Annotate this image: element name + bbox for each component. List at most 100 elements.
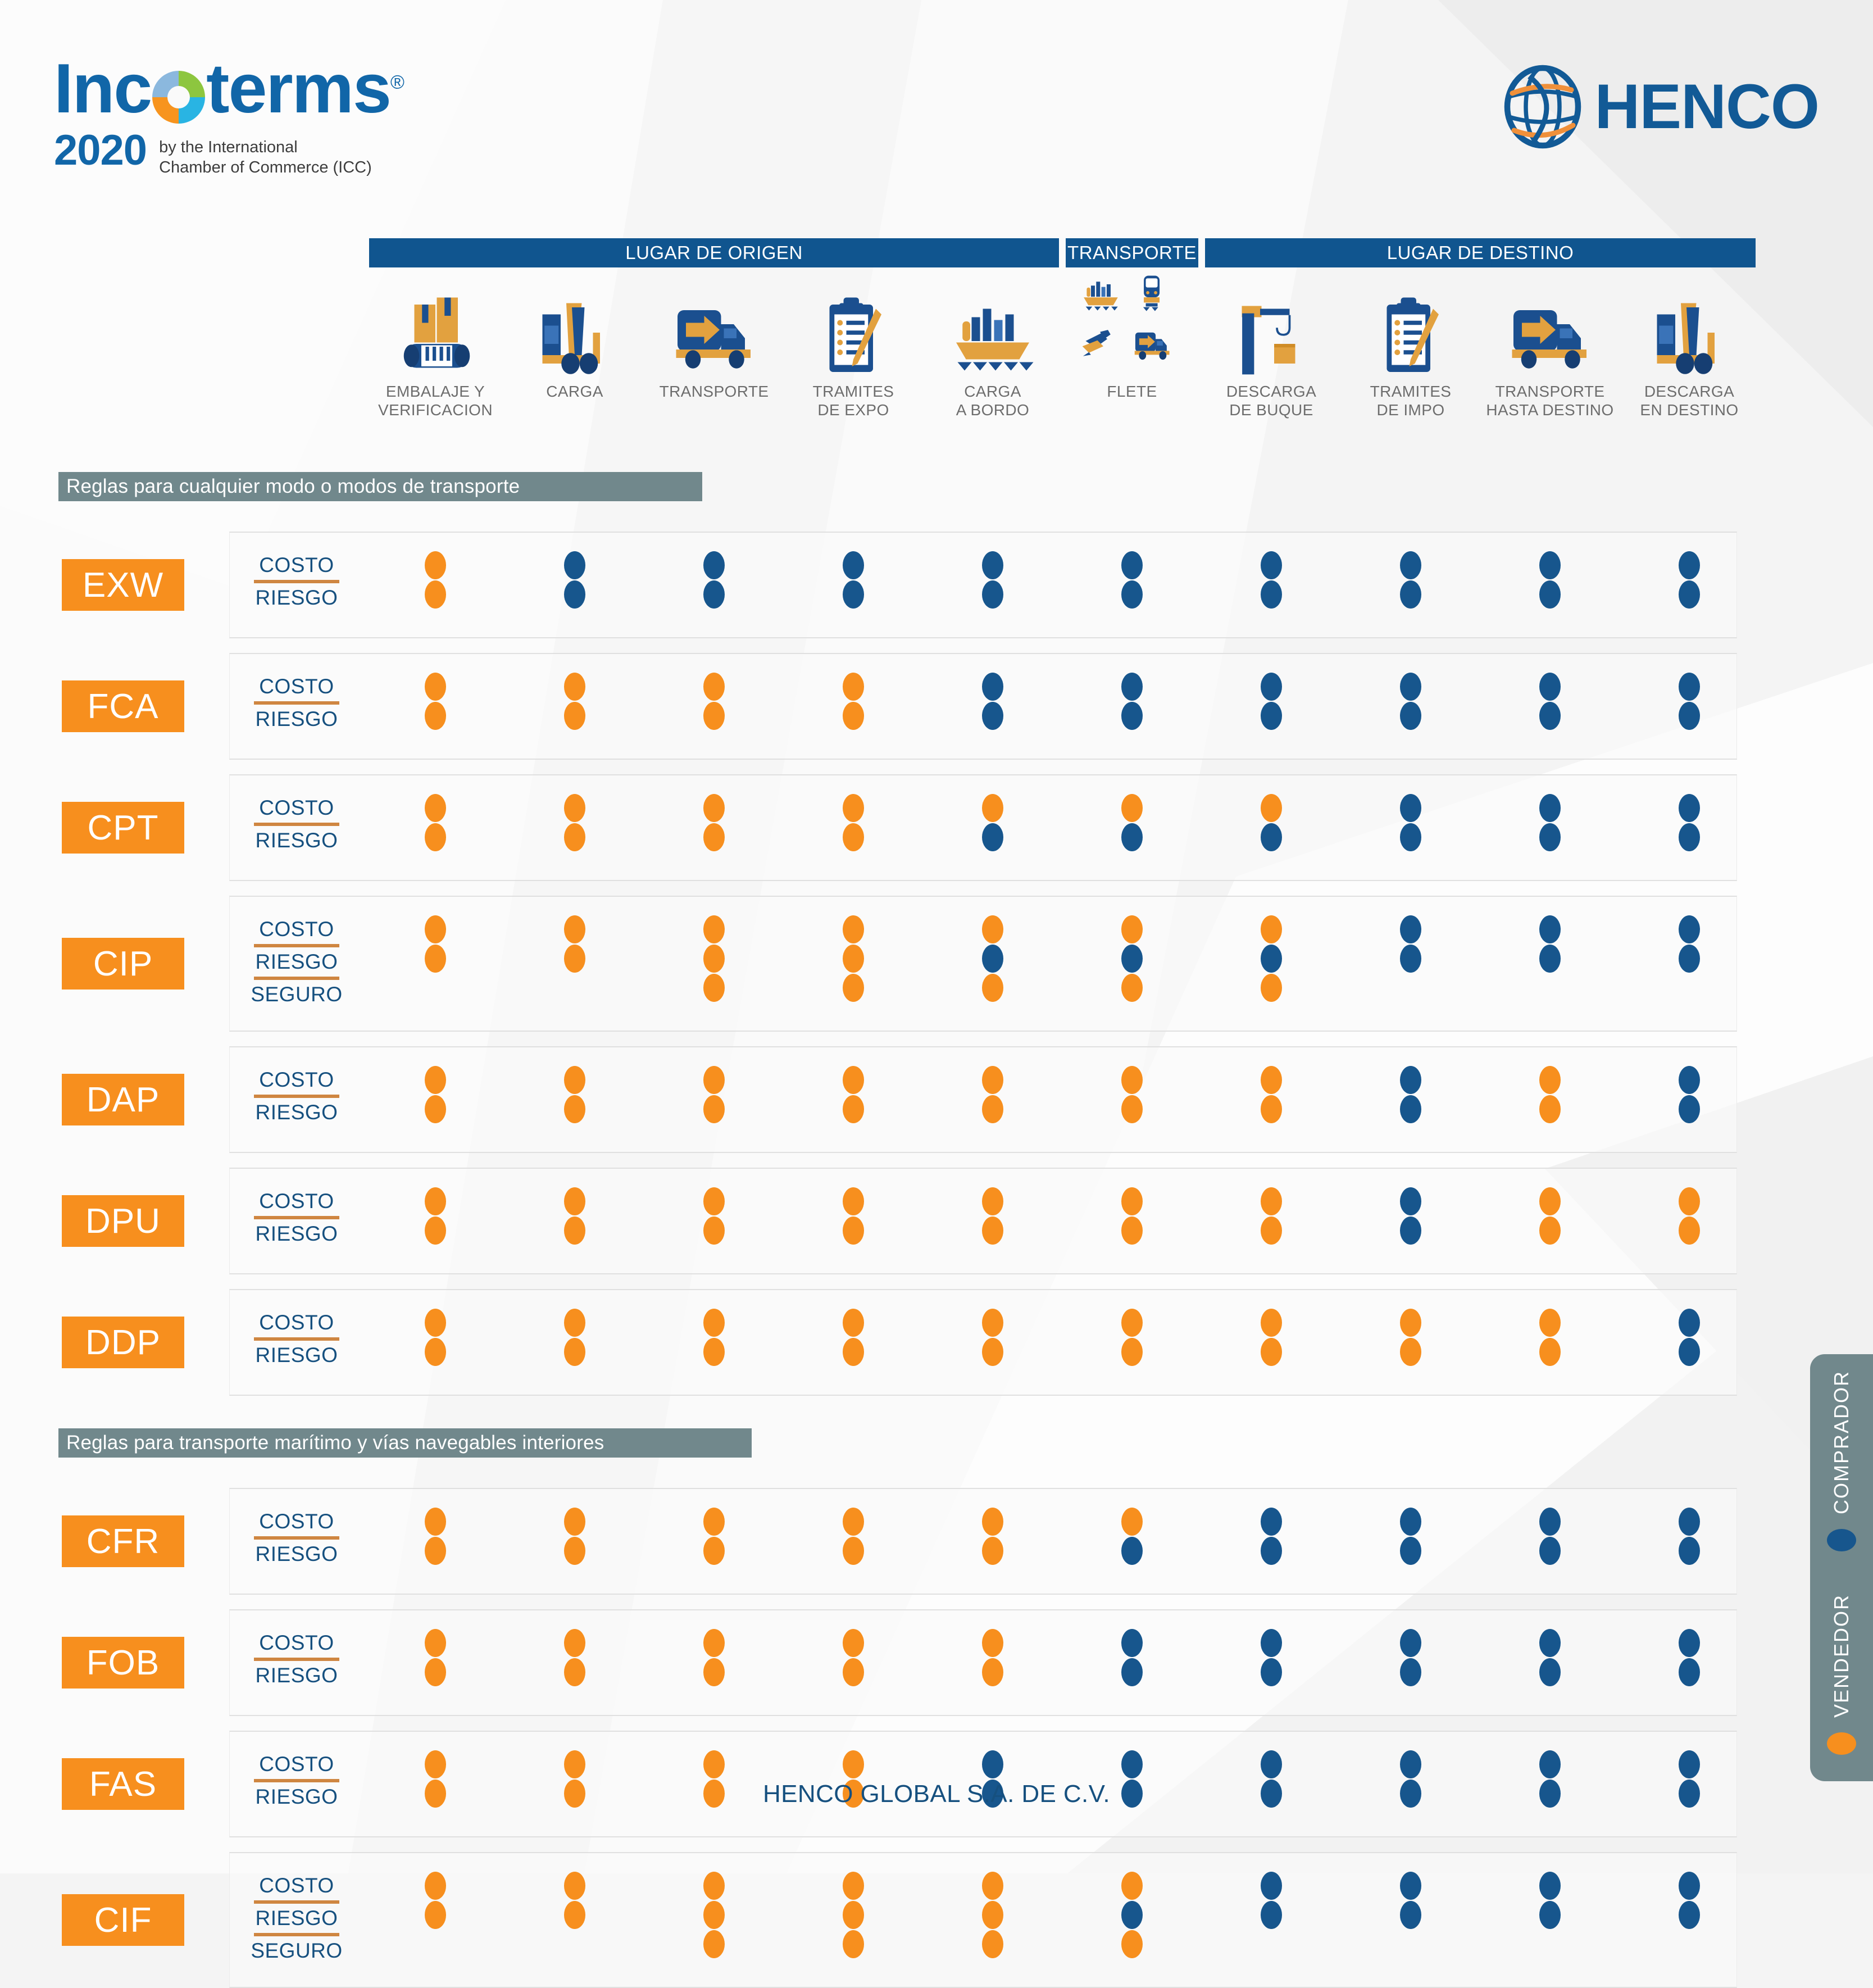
- column-label-line2: A BORDO: [956, 401, 1030, 419]
- term-panel-exw: [229, 532, 1737, 638]
- matrix-dot: [843, 1901, 864, 1929]
- column-label-line2: DE BUQUE: [1229, 401, 1313, 419]
- matrix-dot: [843, 1309, 864, 1337]
- incoterms-color-ring-icon: [152, 71, 206, 124]
- matrix-dot: [1679, 1872, 1700, 1900]
- term-badge-ddp[interactable]: DDP: [62, 1317, 184, 1368]
- matrix-dot: [703, 1537, 725, 1565]
- column-header-5: CARGA A BORDO: [923, 281, 1062, 419]
- matrix-dot: [425, 1872, 446, 1900]
- term-badge-dap[interactable]: DAP: [62, 1074, 184, 1125]
- matrix-dot: [1121, 1930, 1143, 1958]
- column-label-line2: DE EXPO: [817, 401, 889, 419]
- matrix-dot: [1400, 823, 1421, 851]
- incoterms-subtitle: by the International Chamber of Commerce…: [159, 137, 372, 178]
- matrix-dot: [564, 1750, 585, 1778]
- phase-banner-row: LUGAR DE ORIGEN TRANSPORTE LUGAR DE DESTIN…: [0, 238, 1873, 267]
- column-header-4: TRAMITES DE EXPO: [784, 281, 923, 419]
- matrix-dot: [703, 1930, 725, 1958]
- matrix-dot: [1400, 794, 1421, 822]
- matrix-dot: [1400, 673, 1421, 701]
- row-label-costo: COSTO: [259, 1068, 334, 1091]
- crane-icon: [1229, 281, 1313, 378]
- matrix-dot: [982, 1217, 1003, 1245]
- matrix-dot: [1121, 794, 1143, 822]
- row-label-riesgo: RIESGO: [255, 1344, 338, 1367]
- matrix-dot: [564, 823, 585, 851]
- matrix-dot: [982, 1930, 1003, 1958]
- matrix-dot: [1261, 702, 1282, 730]
- matrix-dot: [1400, 1872, 1421, 1900]
- term-badge-cfr[interactable]: CFR: [62, 1515, 184, 1567]
- matrix-dot: [982, 1309, 1003, 1337]
- term-row-labels-ddp: COSTO RIESGO: [252, 1308, 342, 1370]
- matrix-dot: [564, 1338, 585, 1366]
- matrix-dot: [1539, 1901, 1561, 1929]
- matrix-dot: [843, 1095, 864, 1123]
- matrix-dot: [1539, 1095, 1561, 1123]
- matrix-dot: [1679, 702, 1700, 730]
- matrix-dot: [1679, 823, 1700, 851]
- column-label-line2: EN DESTINO: [1640, 401, 1739, 419]
- matrix-dot: [425, 794, 446, 822]
- matrix-dot: [564, 1309, 585, 1337]
- matrix-dot: [1539, 915, 1561, 943]
- matrix-dot: [843, 1750, 864, 1778]
- matrix-dot: [425, 1066, 446, 1094]
- legend-panel: COMPRADOR VENDEDOR: [1810, 1354, 1873, 1781]
- matrix-dot: [1400, 1217, 1421, 1245]
- matrix-dot: [1400, 945, 1421, 973]
- term-badge-cif[interactable]: CIF: [62, 1894, 184, 1946]
- footer-company-name: HENCO GLOBAL S.A. DE C.V.: [762, 1780, 1111, 1808]
- term-row-labels-cif: COSTO RIESGO SEGURO: [251, 1871, 342, 1966]
- matrix-dot: [1400, 1658, 1421, 1686]
- matrix-dot: [564, 1217, 585, 1245]
- term-badge-exw[interactable]: EXW: [62, 559, 184, 611]
- matrix-dot: [1400, 1750, 1421, 1778]
- section-title-0: Reglas para cualquier modo o modos de tr…: [58, 472, 702, 501]
- term-badge-cpt[interactable]: CPT: [62, 802, 184, 854]
- row-label-costo: COSTO: [259, 1311, 334, 1334]
- matrix-dot: [1400, 551, 1421, 579]
- term-panel-dap: [229, 1046, 1737, 1153]
- matrix-dot: [982, 1187, 1003, 1215]
- legend-buyer-label: COMPRADOR: [1830, 1370, 1853, 1514]
- term-badge-fob[interactable]: FOB: [62, 1637, 184, 1689]
- matrix-dot: [982, 794, 1003, 822]
- forklift-icon: [1647, 281, 1731, 378]
- term-panel-fca: [229, 653, 1737, 760]
- matrix-dot: [564, 1658, 585, 1686]
- matrix-dot: [1539, 794, 1561, 822]
- matrix-dot: [1261, 1658, 1282, 1686]
- matrix-dot: [703, 1872, 725, 1900]
- column-header-label-5: CARGA A BORDO: [956, 382, 1029, 419]
- matrix-dot: [982, 1658, 1003, 1686]
- matrix-dot: [1400, 1309, 1421, 1337]
- matrix-dot: [1261, 551, 1282, 579]
- row-label-costo: COSTO: [259, 675, 334, 698]
- matrix-dot: [425, 580, 446, 609]
- matrix-dot: [1679, 1217, 1700, 1245]
- column-label-line1: DESCARGA: [1226, 383, 1317, 400]
- term-badge-cip[interactable]: CIP: [62, 938, 184, 990]
- forklift-icon: [533, 281, 617, 378]
- term-row-labels-dap: COSTO RIESGO: [252, 1065, 342, 1127]
- matrix-dot: [425, 1629, 446, 1657]
- matrix-dot: [1261, 1508, 1282, 1536]
- matrix-dot: [1679, 915, 1700, 943]
- matrix-dot: [1679, 673, 1700, 701]
- column-label-line2: VERIFICACION: [378, 401, 493, 419]
- matrix-dot: [1121, 1508, 1143, 1536]
- matrix-dot: [564, 1066, 585, 1094]
- matrix-dot: [1121, 1872, 1143, 1900]
- matrix-dot: [1539, 1066, 1561, 1094]
- term-badge-fca[interactable]: FCA: [62, 680, 184, 732]
- matrix-dot: [843, 1187, 864, 1215]
- matrix-dot: [1679, 1338, 1700, 1366]
- matrix-dot: [982, 945, 1003, 973]
- column-label-line1: CARGA: [546, 383, 603, 400]
- matrix-dot: [1400, 1187, 1421, 1215]
- term-badge-dpu[interactable]: DPU: [62, 1195, 184, 1247]
- column-label-line1: TRAMITES: [1370, 383, 1452, 400]
- column-header-label-4: TRAMITES DE EXPO: [813, 382, 894, 419]
